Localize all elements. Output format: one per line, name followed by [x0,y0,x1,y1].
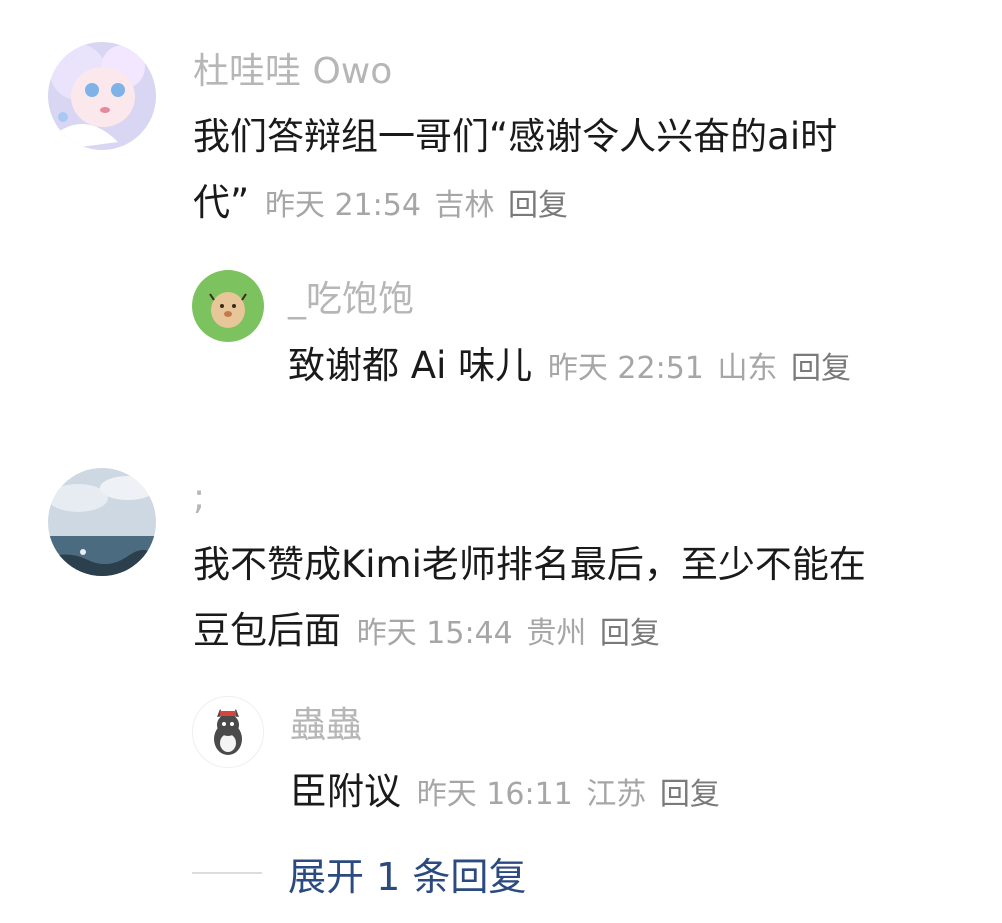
avatar[interactable] [192,270,264,342]
reply-button[interactable]: 回复 [508,188,568,223]
comment-text: 我不赞成Kimi老师排名最后，至少不能在 豆包后面 昨天 15:44 贵州 回复 [193,532,983,667]
comment-text: 我们答辩组一哥们“感谢令人兴奋的ai时 代” 昨天 21:54 吉林 回复 [193,104,963,239]
comment-meta: 昨天 22:51 山东 回复 [544,351,851,386]
comment-time: 昨天 16:11 [416,777,573,812]
divider [192,872,262,874]
comment-time: 昨天 22:51 [547,351,704,386]
comment-text-line: 豆包后面 昨天 15:44 贵州 回复 [193,598,983,667]
comment-time: 昨天 21:54 [264,188,421,223]
reply-button[interactable]: 回复 [791,351,851,386]
reply-button[interactable]: 回复 [660,777,720,812]
comment-meta: 昨天 21:54 吉林 回复 [261,188,568,223]
comment-location: 吉林 [434,188,495,223]
comment-location: 贵州 [526,616,587,651]
reply-text: 臣附议 昨天 16:11 江苏 回复 [290,759,970,828]
reply-text-content: 臣附议 [290,770,401,813]
username[interactable]: _吃饱饱 [288,280,414,320]
comment-text-line: 我们答辩组一哥们“感谢令人兴奋的ai时 [193,115,838,158]
username[interactable]: 蟲蟲 [290,706,362,746]
username[interactable]: ; [193,478,205,518]
comment-meta: 昨天 15:44 贵州 回复 [353,616,660,651]
comment-text-line: 代” 昨天 21:54 吉林 回复 [193,170,963,239]
expand-replies[interactable]: 展开 1 条回复 [192,846,526,901]
comment-text-tail: 豆包后面 [193,609,341,652]
username[interactable]: 杜哇哇 Owo [193,52,392,92]
avatar[interactable] [192,696,264,768]
avatar[interactable] [48,42,156,150]
expand-replies-button[interactable]: 展开 1 条回复 [288,846,526,901]
comment-location: 江苏 [586,777,647,812]
reply-text: 致谢都 Ai 味儿 昨天 22:51 山东 回复 [288,333,968,402]
comment-text-line: 我不赞成Kimi老师排名最后，至少不能在 [193,543,866,586]
comment-time: 昨天 15:44 [356,616,513,651]
reply-button[interactable]: 回复 [600,616,660,651]
comment-location: 山东 [717,351,778,386]
comment-text-tail: 代” [193,181,250,224]
avatar[interactable] [48,468,156,576]
reply-text-content: 致谢都 Ai 味儿 [288,344,533,387]
comment-meta: 昨天 16:11 江苏 回复 [413,777,720,812]
